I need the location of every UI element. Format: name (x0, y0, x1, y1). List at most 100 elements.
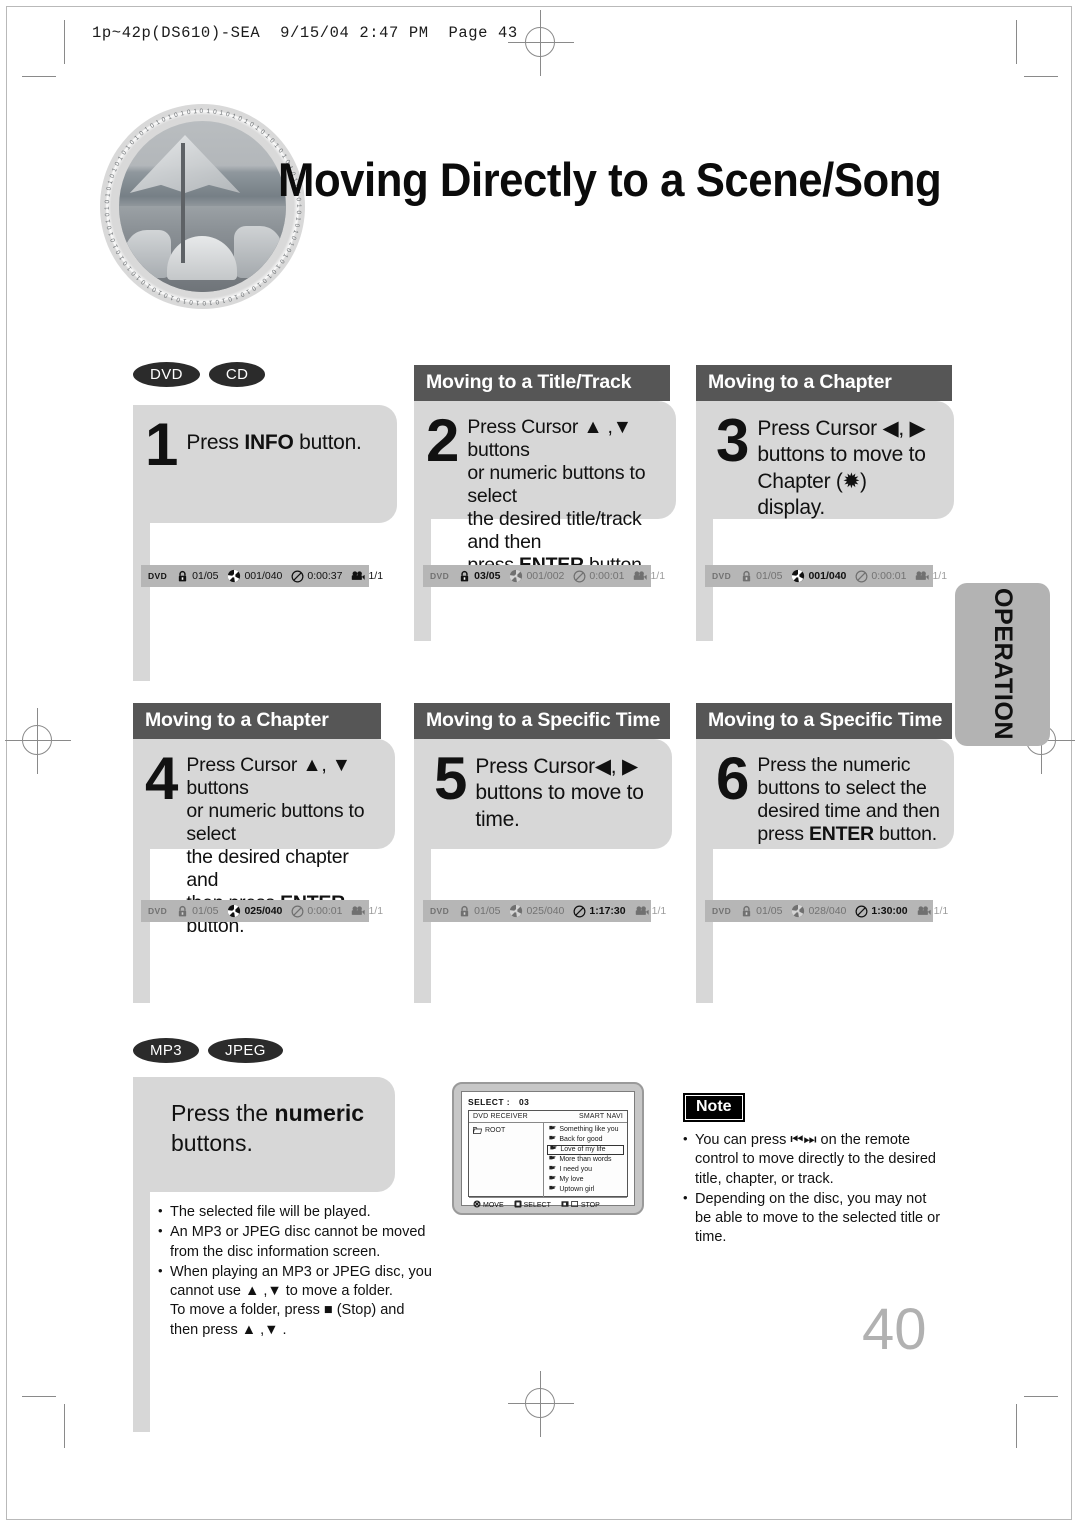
step-body-2: 2 Press Cursor ▲ ,▼ buttons or numeric bu… (414, 401, 676, 576)
osd-time-group-5: 1:17:30 (573, 905, 626, 918)
osd-time-value-5: 1:17:30 (589, 905, 626, 917)
list-item: Depending on the disc, you may not be ab… (683, 1189, 968, 1248)
osd-angle-value-1: 1/1 (368, 570, 384, 582)
step-number-2: 2 (426, 407, 460, 474)
osd-angle-group-3: 1/1 (915, 570, 947, 582)
song-title: More than words (559, 1156, 612, 1163)
osd-disc-label-5: DVD (430, 906, 450, 916)
osd-title-value-3: 01/05 (756, 570, 783, 582)
list-item[interactable]: Something like you (547, 1125, 624, 1135)
step-tail-6 (696, 847, 713, 1003)
osd-title-value-6: 01/05 (756, 905, 783, 917)
stop-icon (561, 1200, 569, 1210)
step-tail-1 (133, 523, 150, 681)
badge-jpeg: JPEG (208, 1038, 283, 1063)
osd-title-value-1: 01/05 (192, 570, 219, 582)
song-title: My love (559, 1176, 584, 1183)
osd-title-group-3: 01/05 (740, 570, 782, 583)
operation-tab-label: OPERATION (989, 588, 1017, 741)
song-title: Something like you (559, 1126, 619, 1133)
osd-disc-label-6: DVD (712, 906, 732, 916)
note-box: Note You can press ⏮⏭ on the remote cont… (683, 1093, 968, 1249)
osd-title-group-4: 01/05 (176, 905, 218, 918)
list-item[interactable]: More than words (547, 1155, 624, 1165)
osd-chapter-value-5: 025/040 (526, 905, 565, 917)
step-number-3: 3 (716, 407, 750, 474)
tv-mode-name: SMART NAVI (578, 1113, 623, 1120)
list-item[interactable]: My love (547, 1175, 624, 1185)
clock-icon (291, 905, 304, 918)
tv-screen-illustration: SELECT : 03 DVD RECEIVER SMART NAVI ROOT … (452, 1082, 644, 1215)
camera-angle-icon (917, 905, 931, 917)
music-note-icon (549, 1165, 557, 1175)
step-tail-5 (414, 847, 431, 1003)
song-title: Back for good (559, 1136, 603, 1143)
osd-angle-value-6: 1/1 (933, 905, 949, 917)
tv-button-move: MOVE (473, 1200, 504, 1210)
list-item[interactable]: Back for good (547, 1135, 624, 1145)
tv-device-name: DVD RECEIVER (473, 1113, 528, 1120)
list-item[interactable]: I need you (547, 1165, 624, 1175)
music-note-icon (549, 1125, 557, 1135)
crop-mark-top-right-h (1024, 76, 1058, 77)
tv-button-stop: STOP (561, 1200, 600, 1210)
crop-mark-bottom-left-v (64, 1404, 65, 1448)
osd-angle-value-3: 1/1 (932, 570, 948, 582)
tv-button-label: MOVE (483, 1201, 504, 1209)
mp3-panel-body: Press the numeric buttons. (133, 1077, 395, 1192)
tv-screen-inner: SELECT : 03 DVD RECEIVER SMART NAVI ROOT … (461, 1091, 635, 1209)
document-page: 1p~42p(DS610)-SEA 9/15/04 2:47 PM Page 4… (0, 0, 1080, 1528)
decorative-photo: 0101010101010101010101010101010101010101… (100, 104, 305, 309)
note-line: control to move directly to the desired (695, 1151, 936, 1168)
bullet-subline: To move a folder, press ■ (Stop) and (170, 1302, 405, 1319)
music-note-icon (549, 1175, 557, 1185)
osd-bar-5: DVD 01/05 025/040 1:17:30 1/1 (423, 900, 666, 922)
step-column-3: Moving to a Chapter 3 Press Cursor ◀, ▶ b… (696, 365, 962, 641)
osd-time-value-2: 0:00:01 (589, 570, 625, 582)
step-text-5: Press Cursor◀, ▶ buttons to move to time. (475, 755, 644, 831)
osd-chapter-value-2: 001/002 (526, 570, 565, 582)
bullet-text: The selected file will be played. (170, 1204, 371, 1220)
tv-select-row: SELECT : 03 (468, 1097, 628, 1107)
registration-mark-left (5, 708, 71, 774)
step-heading-2: Moving to a Title/Track (414, 365, 670, 401)
camera-angle-icon (915, 570, 930, 582)
prev-track-icon: ⏮ (790, 1132, 804, 1148)
osd-disc-label-3: DVD (712, 571, 732, 581)
badge-cd: CD (208, 362, 266, 387)
tv-song-list[interactable]: Something like you Back for good Love of m… (544, 1123, 627, 1197)
osd-time-group-1: 0:00:37 (291, 570, 342, 583)
step-tail-4 (133, 847, 150, 1003)
chapter-disc-icon (791, 569, 805, 583)
step-text-3: Press Cursor ◀, ▶ buttons to move to Chapt… (757, 417, 926, 519)
osd-chapter-group-3: 001/040 (791, 569, 846, 583)
list-item[interactable]: Uptown girl (547, 1185, 624, 1195)
next-track-icon: ⏭ (803, 1132, 817, 1148)
list-item: When playing an MP3 or JPEG disc, you ca… (158, 1262, 448, 1340)
osd-chapter-group-6: 028/040 (791, 904, 846, 918)
camera-angle-icon (635, 905, 649, 917)
tv-osd-frame: DVD RECEIVER SMART NAVI ROOT Something l… (468, 1110, 628, 1209)
step-column-5: Moving to a Specific Time 5 Press Cursor… (414, 703, 680, 1003)
document-header-line: 1p~42p(DS610)-SEA 9/15/04 2:47 PM Page 4… (92, 24, 518, 42)
music-note-icon (550, 1145, 558, 1155)
note-bullet-list: You can press ⏮⏭ on the remote control t… (683, 1130, 968, 1248)
dpad-icon (473, 1200, 481, 1210)
tv-select-value: 03 (518, 1097, 530, 1107)
stop-square-icon (571, 1200, 579, 1210)
osd-title-group-2: 03/05 (458, 570, 500, 583)
clock-icon (291, 570, 304, 583)
list-item: You can press ⏮⏭ on the remote control t… (683, 1130, 968, 1189)
osd-chapter-value-3: 001/040 (808, 570, 847, 582)
osd-time-value-3: 0:00:01 (871, 570, 907, 582)
list-item[interactable]: Love of my life (547, 1145, 624, 1155)
osd-angle-group-2: 1/1 (633, 570, 665, 582)
tv-bottom-bar: MOVE SELECT STOP (469, 1197, 627, 1212)
camera-angle-icon (351, 905, 366, 917)
chapter-disc-icon (791, 904, 805, 918)
badge-mp3: MP3 (133, 1038, 200, 1063)
title-lock-icon (458, 905, 471, 918)
osd-time-group-6: 1:30:00 (855, 905, 908, 918)
osd-chapter-group-5: 025/040 (509, 904, 564, 918)
step-text-2: Press Cursor ▲ ,▼ buttons or numeric butt… (467, 416, 647, 576)
